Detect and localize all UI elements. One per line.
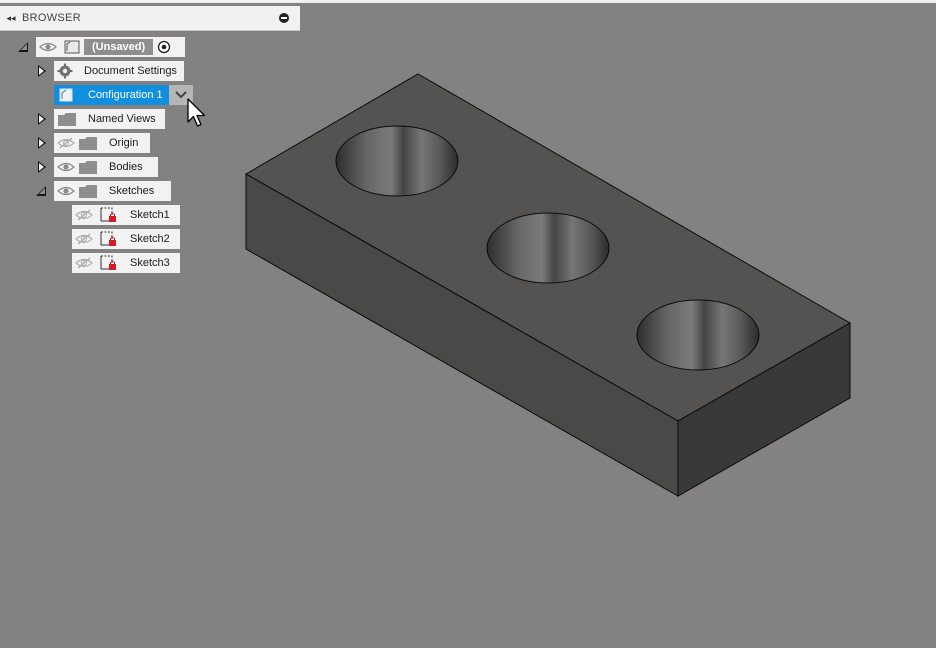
eye-icon[interactable] xyxy=(39,41,57,53)
tree-item-label: Bodies xyxy=(109,161,143,173)
bodies-expander[interactable] xyxy=(38,161,46,173)
tree-item-configuration[interactable]: Configuration 1 xyxy=(54,85,169,105)
eye-icon[interactable] xyxy=(57,185,75,197)
double-chevron-left-icon[interactable]: ◂◂ xyxy=(0,13,22,24)
tree-item-label: Named Views xyxy=(88,113,156,125)
tree-item-sketches[interactable]: Sketches xyxy=(54,181,171,201)
chevron-down-icon xyxy=(175,91,187,99)
minus-circle-icon[interactable] xyxy=(279,13,289,23)
sketch-locked-icon xyxy=(99,231,117,247)
tree-item-label: Sketch3 xyxy=(130,257,170,269)
eye-hidden-icon[interactable] xyxy=(75,257,93,269)
tree-item-sketch1[interactable]: Sketch1 xyxy=(72,205,180,225)
configuration-dropdown-button[interactable] xyxy=(169,85,193,105)
hole-3[interactable] xyxy=(636,299,760,371)
tree-item-sketch2[interactable]: Sketch2 xyxy=(72,229,180,249)
folder-icon xyxy=(79,136,97,150)
tree-item-label: Configuration 1 xyxy=(88,89,163,101)
hole-1[interactable] xyxy=(335,125,459,197)
tree-item-label: Origin xyxy=(109,137,139,149)
eye-hidden-icon[interactable] xyxy=(75,209,93,221)
folder-icon xyxy=(79,184,97,198)
eye-hidden-icon[interactable] xyxy=(57,137,75,149)
tree-root-node[interactable]: (Unsaved) xyxy=(36,37,185,57)
sketch-locked-icon xyxy=(99,207,117,223)
tree-item-named-views[interactable]: Named Views xyxy=(54,109,165,129)
sketch-locked-icon xyxy=(99,255,117,271)
named-views-expander[interactable] xyxy=(38,113,46,125)
radio-target-icon[interactable] xyxy=(157,40,171,54)
root-label: (Unsaved) xyxy=(84,39,154,55)
browser-header[interactable]: ◂◂ BROWSER xyxy=(0,6,300,31)
document-settings-expander[interactable] xyxy=(38,65,46,77)
gear-icon xyxy=(57,63,73,79)
block-body[interactable] xyxy=(244,73,852,497)
tree-item-bodies[interactable]: Bodies xyxy=(54,157,158,177)
tree-item-sketch3[interactable]: Sketch3 xyxy=(72,253,180,273)
root-expander[interactable] xyxy=(18,42,28,52)
folder-icon xyxy=(79,160,97,174)
sketches-expander[interactable] xyxy=(36,186,46,196)
component-icon xyxy=(63,39,81,55)
configuration-icon xyxy=(57,87,75,103)
origin-expander[interactable] xyxy=(38,137,46,149)
tree-item-origin[interactable]: Origin xyxy=(54,133,150,153)
browser-title: BROWSER xyxy=(22,12,81,24)
tree-item-label: Sketch2 xyxy=(130,233,170,245)
eye-hidden-icon[interactable] xyxy=(75,233,93,245)
tree-item-document-settings[interactable]: Document Settings xyxy=(54,61,184,81)
eye-icon[interactable] xyxy=(57,161,75,173)
tree-item-label: Sketches xyxy=(109,185,155,197)
hole-2[interactable] xyxy=(486,212,610,284)
tree-item-label: Document Settings xyxy=(84,65,177,77)
top-border xyxy=(0,0,936,3)
tree-item-label: Sketch1 xyxy=(130,209,170,221)
folder-icon xyxy=(58,112,76,126)
